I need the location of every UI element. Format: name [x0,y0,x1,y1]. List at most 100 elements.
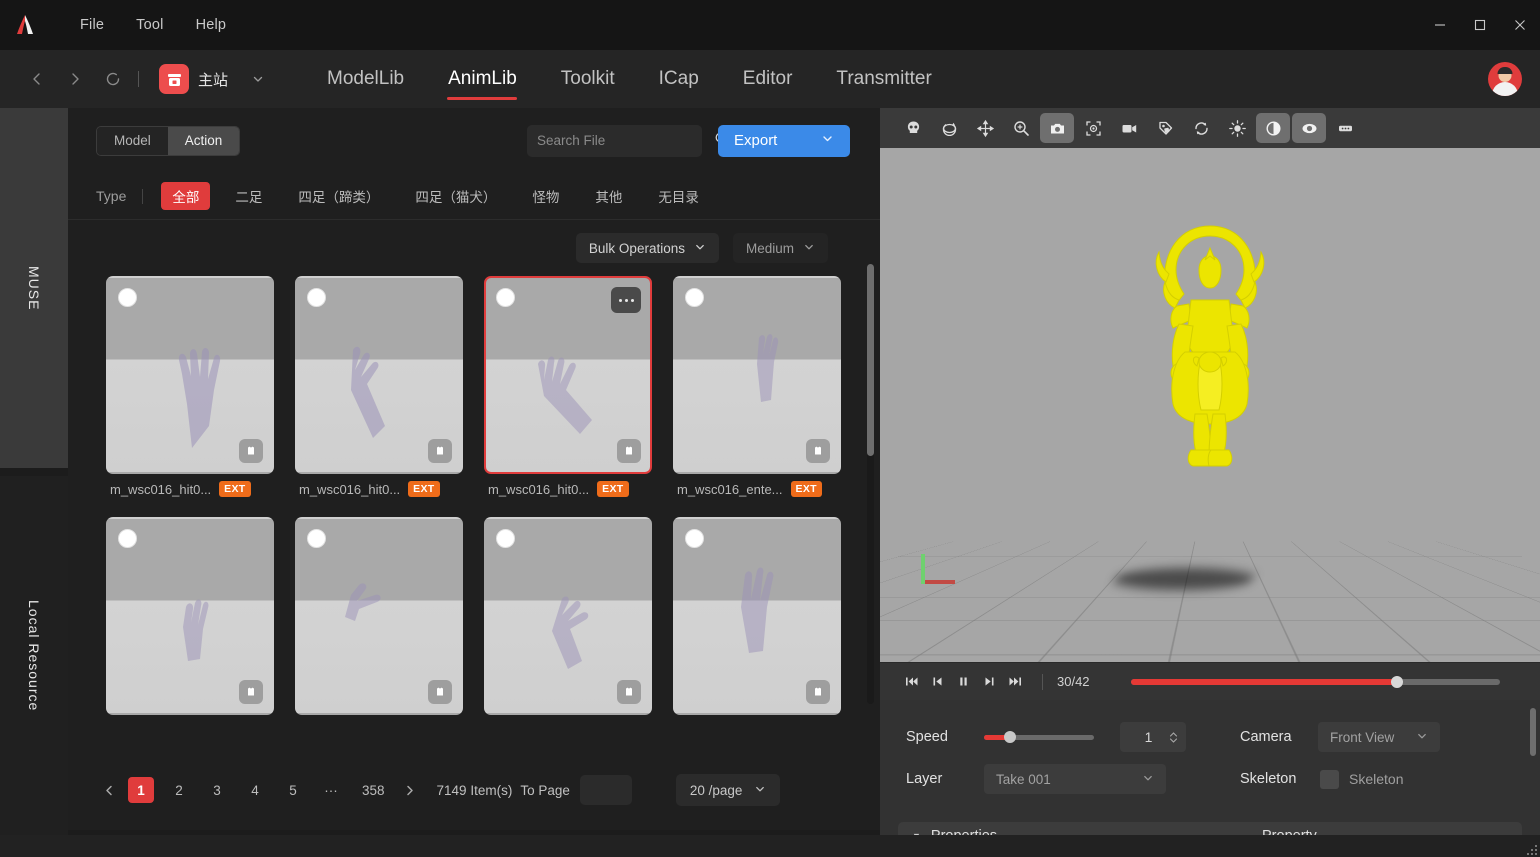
speed-slider-handle[interactable] [1004,730,1017,743]
avatar[interactable] [1488,62,1522,96]
move-icon[interactable] [968,113,1002,143]
pagination-page-last[interactable]: 358 [356,777,391,803]
type-chip-all[interactable]: 全部 [161,182,211,210]
close-button[interactable] [1500,0,1540,50]
speed-stepper[interactable]: 1 [1120,722,1186,752]
stepper-arrows-icon[interactable] [1169,731,1178,744]
select-checkbox[interactable] [307,529,326,548]
pagination-page-1[interactable]: 1 [128,777,154,803]
list-item[interactable] [106,517,274,715]
tab-icap[interactable]: ICap [637,50,721,108]
brightness-icon[interactable] [1220,113,1254,143]
tab-animlib[interactable]: AnimLib [426,50,539,108]
tab-transmitter[interactable]: Transmitter [814,50,953,108]
thumbnail[interactable] [295,276,463,474]
thumbnail[interactable] [295,517,463,715]
skull-icon[interactable] [896,113,930,143]
list-item[interactable]: m_wsc016_ente... EXT [673,276,841,497]
minimize-button[interactable] [1420,0,1460,50]
video-icon[interactable] [1112,113,1146,143]
reload-icon[interactable] [94,60,132,98]
camera-select[interactable]: Front View [1318,722,1440,752]
list-item[interactable]: m_wsc016_hit0... EXT [484,276,652,497]
zoom-icon[interactable] [1004,113,1038,143]
type-chip-quadruped-hoofed[interactable]: 四足（蹄类） [287,182,390,210]
orbit-icon[interactable] [932,113,966,143]
chevron-down-icon[interactable] [251,72,265,86]
type-chip-uncategorized[interactable]: 无目录 [647,182,710,210]
pagination-page-5[interactable]: 5 [280,777,306,803]
more-options-icon[interactable] [611,287,641,313]
rail-item-muse[interactable]: MUSE [0,108,68,468]
pagination-ellipsis[interactable]: ··· [318,777,344,803]
refresh-icon[interactable] [1184,113,1218,143]
type-chip-quadruped-catdog[interactable]: 四足（猫犬） [404,182,507,210]
pagination-prev-icon[interactable] [96,777,122,803]
thumbnail[interactable] [484,517,652,715]
timeline-scrubber[interactable] [1131,675,1500,688]
page-size-dropdown[interactable]: 20 /page [675,774,781,806]
pause-icon[interactable] [950,669,976,695]
thumbnail-selected[interactable] [484,276,652,474]
pagination-page-4[interactable]: 4 [242,777,268,803]
select-checkbox[interactable] [685,529,704,548]
select-checkbox[interactable] [496,529,515,548]
segment-model[interactable]: Model [97,126,168,155]
select-checkbox[interactable] [307,288,326,307]
search-box[interactable] [527,124,728,157]
visibility-icon[interactable] [1292,113,1326,143]
rail-item-local-resource[interactable]: Local Resource [0,476,68,836]
grid-scrollbar-thumb[interactable] [867,264,874,456]
menu-item-help[interactable]: Help [180,11,243,39]
camera-icon[interactable] [1040,113,1074,143]
thumbnail[interactable] [673,517,841,715]
maximize-button[interactable] [1460,0,1500,50]
tab-modellib[interactable]: ModelLib [305,50,426,108]
tab-toolkit[interactable]: Toolkit [539,50,637,108]
layer-select[interactable]: Take 001 [984,764,1166,794]
properties-scrollbar[interactable] [1530,708,1536,756]
next-frame-icon[interactable] [976,669,1002,695]
first-frame-icon[interactable] [898,669,924,695]
focus-icon[interactable] [1076,113,1110,143]
tab-editor[interactable]: Editor [721,50,815,108]
pagination-page-2[interactable]: 2 [166,777,192,803]
forward-icon[interactable] [56,60,94,98]
select-checkbox[interactable] [118,529,137,548]
to-page-input[interactable] [579,775,632,805]
select-checkbox[interactable] [685,288,704,307]
type-chip-biped[interactable]: 二足 [224,182,273,210]
contrast-icon[interactable] [1256,113,1290,143]
segment-action[interactable]: Action [167,126,240,155]
back-icon[interactable] [18,60,56,98]
site-selector[interactable]: 主站 [159,64,265,94]
timeline-handle[interactable] [1390,675,1403,688]
list-item[interactable] [295,517,463,715]
pagination-page-3[interactable]: 3 [204,777,230,803]
pagination-next-icon[interactable] [397,777,423,803]
list-item[interactable]: m_wsc016_hit0... EXT [106,276,274,497]
more-icon[interactable] [1328,113,1362,143]
list-item[interactable]: m_wsc016_hit0... EXT [295,276,463,497]
speed-slider[interactable] [984,730,1094,743]
select-checkbox[interactable] [496,288,515,307]
thumbnail-size-dropdown[interactable]: Medium [732,233,828,263]
viewport-3d[interactable] [880,148,1540,662]
menu-item-tool[interactable]: Tool [120,11,179,39]
bulk-operations-dropdown[interactable]: Bulk Operations [575,233,719,263]
grid-scrollbar[interactable] [867,264,874,704]
tag-icon[interactable] [1148,113,1182,143]
type-chip-monster[interactable]: 怪物 [521,182,570,210]
type-chip-other[interactable]: 其他 [584,182,633,210]
resize-grip[interactable] [1525,843,1537,855]
export-button[interactable]: Export [718,124,850,157]
skeleton-checkbox[interactable] [1320,769,1339,789]
select-checkbox[interactable] [118,288,137,307]
thumbnail[interactable] [106,276,274,474]
search-input[interactable] [537,133,714,148]
thumbnail[interactable] [673,276,841,474]
last-frame-icon[interactable] [1002,669,1028,695]
thumbnail[interactable] [106,517,274,715]
menu-item-file[interactable]: File [64,11,120,39]
list-item[interactable] [673,517,841,715]
